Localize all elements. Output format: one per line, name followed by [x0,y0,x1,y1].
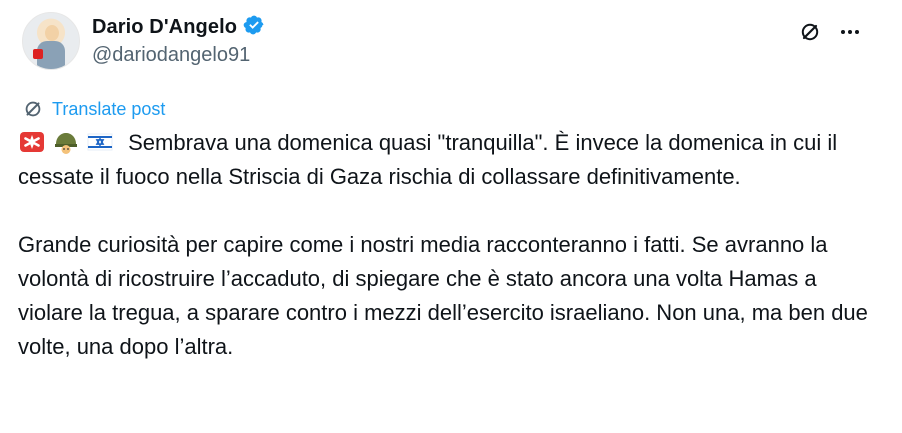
verified-badge-icon [243,14,265,41]
globe-translate-icon [25,101,41,117]
post-text: Sembrava una domenica quasi "tranquilla"… [18,126,878,364]
author-handle[interactable]: @dariodangelo91 [92,44,250,67]
post-paragraph-1: Sembrava una domenica quasi "tranquilla"… [18,126,878,194]
translate-post-link[interactable]: Translate post [22,98,165,120]
police-light-emoji [20,132,44,153]
more-icon [841,30,859,34]
grok-button[interactable] [796,18,824,46]
post-paragraph-2: Grande curiosità per capire come i nostr… [18,228,878,364]
avatar-red-shape [33,49,43,59]
avatar-face [45,25,59,41]
more-button[interactable] [836,18,864,46]
grok-icon [801,23,819,41]
post-header: Dario D'Angelo @dariodangelo91 [22,10,882,74]
author-display-name[interactable]: Dario D'Angelo [92,16,237,39]
emoji-group [18,130,114,155]
post-paragraph-1-text: Sembrava una domenica quasi "tranquilla"… [18,130,838,189]
translate-post-label: Translate post [52,98,166,119]
israel-flag-emoji [87,133,113,151]
post-paragraph-2-text: Grande curiosità per capire come i nostr… [18,232,868,359]
avatar[interactable] [22,12,80,70]
military-helmet-emoji [55,133,77,155]
author-name-row: Dario D'Angelo [92,14,265,41]
